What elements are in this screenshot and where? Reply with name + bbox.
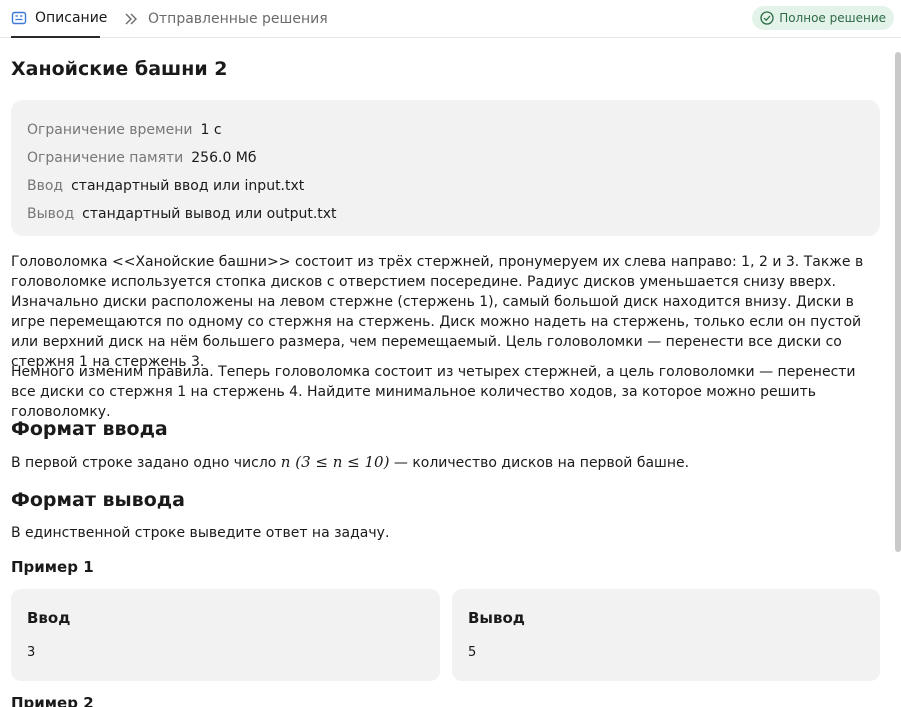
scrollbar[interactable] (895, 52, 901, 552)
limit-input-value: стандартный ввод или input.txt (71, 178, 305, 194)
limit-output-key: Вывод (27, 206, 75, 222)
example-1-title: Пример 1 (11, 558, 94, 576)
document-icon (11, 10, 27, 26)
output-format-text: В единственной строке выведите ответ на … (11, 525, 390, 541)
limit-memory-key: Ограничение памяти (27, 150, 184, 166)
example-output-label: Вывод (468, 609, 525, 627)
example-input-label: Ввод (27, 609, 71, 627)
tab-submissions-label: Отправленные решения (148, 11, 328, 27)
limit-time-value: 1 с (200, 122, 222, 138)
statement-paragraph: Головоломка <<Ханойские башни>> состоит … (11, 254, 864, 370)
check-circle-icon (760, 11, 774, 25)
limit-input-key: Ввод (27, 178, 64, 194)
limit-input: Ввод стандартный ввод или input.txt (27, 172, 864, 200)
limits-panel: Ограничение времени 1 с Ограничение памя… (11, 100, 880, 236)
input-format-text-before: В первой строке задано одно число (11, 455, 277, 471)
example-1-output: Вывод 5 (452, 589, 880, 681)
limit-time: Ограничение времени 1 с (27, 116, 864, 144)
output-format-heading: Формат вывода (11, 489, 185, 511)
limit-memory-value: 256.0 Мб (191, 150, 257, 166)
status-badge: Полное решение (752, 6, 894, 30)
double-chevron-icon (124, 11, 140, 27)
example-output-value[interactable]: 5 (468, 645, 864, 660)
tab-submissions[interactable]: Отправленные решения (124, 0, 328, 38)
tab-description[interactable]: Описание (11, 0, 107, 38)
input-format-text: В первой строке задано одно число n (3 ≤… (11, 452, 883, 473)
limit-memory: Ограничение памяти 256.0 Мб (27, 144, 864, 172)
statement-paragraph: Немного изменим правила. Теперь головоло… (11, 364, 856, 420)
example-2-title: Пример 2 (11, 694, 94, 707)
example-1-input: Ввод 3 (11, 589, 440, 681)
tab-bar: Описание Отправленные решения Полное реш… (0, 0, 901, 38)
status-badge-label: Полное решение (779, 11, 886, 25)
limit-output-value: стандартный вывод или output.txt (82, 206, 337, 222)
limit-output: Вывод стандартный вывод или output.txt (27, 200, 864, 228)
input-format-heading: Формат ввода (11, 418, 168, 440)
input-format-math: n (3 ≤ n ≤ 10) (280, 453, 390, 471)
limit-time-key: Ограничение времени (27, 122, 193, 138)
example-input-value[interactable]: 3 (27, 645, 424, 660)
page-title: Ханойские башни 2 (11, 58, 228, 80)
tab-description-label: Описание (35, 10, 108, 26)
input-format-text-after: — количество дисков на первой башне. (393, 455, 690, 471)
